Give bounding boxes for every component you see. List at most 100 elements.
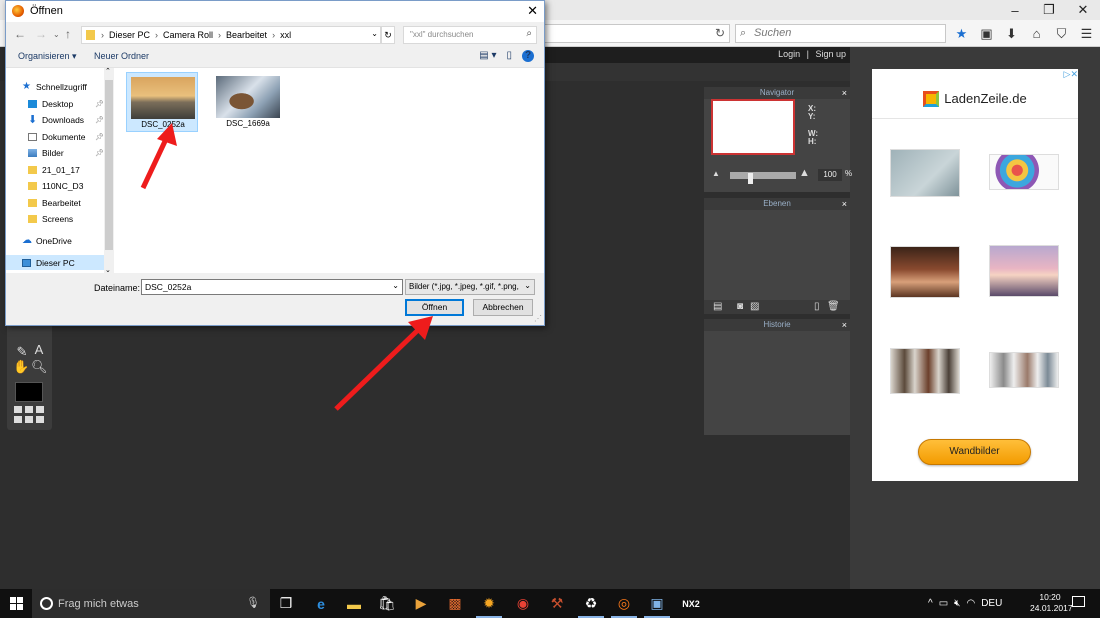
task-view-icon[interactable]: ❐	[270, 589, 302, 618]
filetype-select[interactable]: Bilder (*.jpg, *.jpeg, *.gif, *.png, ⌄	[405, 279, 535, 295]
navigator-close-icon[interactable]: ×	[842, 87, 847, 99]
tool-app-icon[interactable]: ⚒	[541, 589, 573, 618]
resize-grip-icon[interactable]: ⋰	[534, 314, 542, 323]
nav-item-documents[interactable]: Dokumente 📌︎	[6, 129, 106, 144]
breadcrumb-item[interactable]: Dieser PC	[109, 30, 150, 40]
nav-item-folder[interactable]: 21_01_17	[6, 162, 106, 177]
nav-item-this-pc[interactable]: Dieser PC	[6, 255, 106, 270]
zoom-out-icon[interactable]: ▲	[712, 169, 720, 178]
explorer-icon[interactable]: ▬	[338, 589, 370, 618]
chevron-down-icon[interactable]: ⌄	[371, 29, 378, 38]
help-icon[interactable]: ?	[522, 50, 534, 62]
recent-dropdown-icon[interactable]: ⌄	[53, 30, 60, 39]
advertisement[interactable]: ▷✕ LadenZeile.de Wandbilder	[872, 69, 1078, 481]
reload-icon[interactable]: ↻	[715, 26, 725, 40]
nx2-app-icon[interactable]: NX2	[675, 589, 707, 618]
ad-cta-button[interactable]: Wandbilder	[918, 439, 1031, 465]
login-link[interactable]: Login	[778, 49, 800, 59]
hand-tool-icon[interactable]: ✋	[13, 359, 29, 375]
back-arrow-icon[interactable]: ←	[14, 27, 26, 41]
firefox-icon[interactable]: ◎	[608, 589, 640, 618]
zoom-tool-icon[interactable]: 🔍︎	[31, 359, 48, 375]
ad-product-image[interactable]	[989, 245, 1059, 297]
nav-item-desktop[interactable]: Desktop 📌︎	[6, 96, 106, 111]
refresh-icon[interactable]: ↻	[381, 26, 395, 44]
nav-item-pictures[interactable]: Bilder 📌︎	[6, 145, 106, 160]
battery-icon[interactable]: ▭	[939, 598, 948, 609]
settings-app-icon[interactable]: ✹	[473, 589, 505, 618]
organize-menu[interactable]: Organisieren ▾	[18, 51, 77, 62]
forward-arrow-icon[interactable]: →	[35, 27, 47, 41]
home-icon[interactable]: ⌂	[1027, 24, 1046, 43]
maximize-button[interactable]: ❐	[1032, 0, 1066, 20]
browser-search-input[interactable]: ⌕ Suchen	[735, 24, 946, 43]
language-indicator[interactable]: DEU	[981, 598, 1002, 609]
cortana-search[interactable]: Frag mich etwas 🎙︎	[32, 589, 270, 618]
breadcrumb-item[interactable]: xxl	[280, 30, 291, 40]
nav-item-folder[interactable]: Bearbeitet	[6, 195, 106, 210]
grid-icon[interactable]	[14, 406, 45, 423]
volume-icon[interactable]: 🔇︎	[954, 598, 960, 609]
history-close-icon[interactable]: ×	[842, 319, 847, 331]
ad-product-image[interactable]	[890, 149, 960, 197]
pencil-tool-icon[interactable]: ✎	[14, 344, 30, 360]
file-item[interactable]: DSC_1669a	[212, 72, 284, 132]
cancel-button[interactable]: Abbrechen	[473, 299, 533, 316]
navigator-preview[interactable]	[711, 99, 795, 155]
download-icon[interactable]: ⬇	[1002, 24, 1021, 43]
layer-mask-icon[interactable]: ◙	[737, 301, 743, 312]
microphone-icon[interactable]: 🎙︎	[246, 596, 260, 609]
breadcrumb-item[interactable]: Bearbeitet	[226, 30, 267, 40]
foreground-color-swatch[interactable]	[15, 382, 43, 402]
minimize-button[interactable]: –	[998, 0, 1032, 20]
scrollbar-thumb[interactable]	[105, 80, 113, 250]
delete-layer-icon[interactable]: 🗑︎	[827, 301, 840, 312]
folder-search-input[interactable]: "xxl" durchsuchen ⌕	[403, 26, 537, 44]
nav-item-downloads[interactable]: ⬇ Downloads 📌︎	[6, 112, 106, 127]
chevron-down-icon[interactable]: ⌄	[392, 281, 399, 290]
nav-item-folder[interactable]: 110NC_D3	[6, 178, 106, 193]
view-mode-icon[interactable]: ▤ ▾	[479, 50, 496, 62]
ad-product-image[interactable]	[989, 154, 1059, 190]
chevron-down-icon[interactable]: ⌄	[522, 281, 531, 290]
dialog-close-button[interactable]: ✕	[527, 3, 538, 19]
store-icon[interactable]: 🛍︎	[371, 589, 403, 618]
clipboard-icon[interactable]: ▣	[977, 24, 996, 43]
notification-icon[interactable]	[1072, 596, 1085, 607]
close-window-button[interactable]: ✕	[1066, 0, 1100, 20]
layer-settings-icon[interactable]: ▤	[713, 301, 722, 312]
nav-item-quick-access[interactable]: ★ Schnellzugriff	[6, 79, 106, 94]
zoom-slider[interactable]	[730, 172, 796, 184]
nav-item-folder[interactable]: Screens	[6, 211, 106, 226]
recycle-app-icon[interactable]: ♻	[575, 589, 607, 618]
zoom-value-input[interactable]: 100	[818, 169, 842, 181]
layers-close-icon[interactable]: ×	[842, 198, 847, 210]
pocket-icon[interactable]: ⛉	[1052, 24, 1071, 43]
layer-style-icon[interactable]: ▨	[750, 301, 759, 312]
nav-pane-scrollbar[interactable]: ⌃ ⌄	[104, 68, 114, 274]
text-tool-icon[interactable]: A	[31, 342, 47, 358]
wifi-icon[interactable]: ◠	[966, 598, 975, 609]
ad-product-image[interactable]	[890, 246, 960, 298]
photo-app-icon[interactable]: ▩	[439, 589, 471, 618]
breadcrumb[interactable]: › Dieser PC › Camera Roll › Bearbeitet ›…	[81, 26, 381, 44]
tray-expand-icon[interactable]: ^	[928, 598, 933, 609]
chrome-icon[interactable]: ◉	[507, 589, 539, 618]
ad-product-image[interactable]	[890, 348, 960, 394]
bookmark-star-icon[interactable]: ★	[952, 24, 971, 43]
zoom-slider-thumb[interactable]	[748, 173, 753, 184]
edge-icon[interactable]: e	[305, 589, 337, 618]
open-button[interactable]: Öffnen	[405, 299, 464, 316]
menu-icon[interactable]: ☰	[1077, 24, 1096, 43]
url-bar[interactable]: ↻	[545, 24, 730, 43]
nav-item-onedrive[interactable]: ☁ OneDrive	[6, 233, 106, 248]
clock[interactable]: 10:20 24.01.2017	[1030, 592, 1073, 614]
new-layer-icon[interactable]: ▯	[814, 301, 820, 312]
window-app-icon[interactable]: ▣	[641, 589, 673, 618]
breadcrumb-item[interactable]: Camera Roll	[163, 30, 213, 40]
preview-pane-icon[interactable]: ▯	[506, 50, 512, 62]
new-folder-button[interactable]: Neuer Ordner	[94, 51, 149, 61]
media-icon[interactable]: ▶	[405, 589, 437, 618]
signup-link[interactable]: Sign up	[815, 49, 846, 59]
file-item[interactable]: DSC_0252a	[126, 72, 198, 132]
